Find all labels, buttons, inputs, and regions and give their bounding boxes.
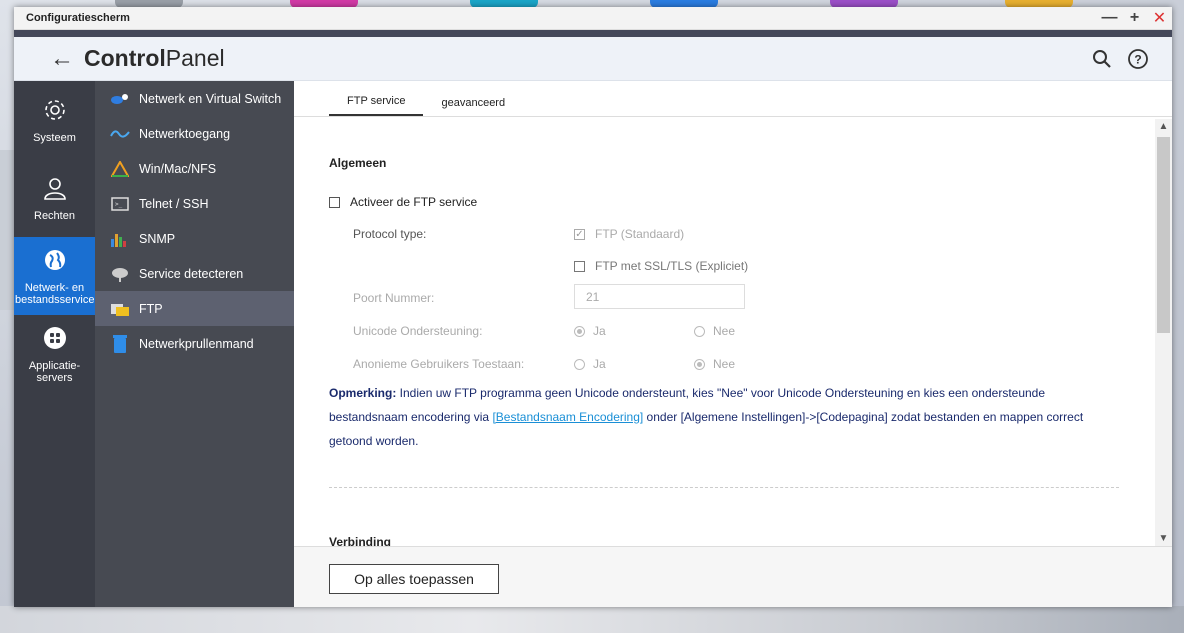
window-accent-bar [14,30,1172,37]
sidebar-item-label: Netwerkprullenmand [139,336,254,351]
app-header: ← ControlPanel ? [14,37,1172,81]
tab-ftp-service[interactable]: FTP service [329,95,424,116]
search-icon[interactable] [1090,47,1114,71]
ftp-standard-checkbox[interactable]: ✓ [574,228,585,240]
sidebar-item-telnet-ssh[interactable]: >_ Telnet / SSH [95,186,294,221]
anon-no-radio[interactable] [694,358,705,370]
unicode-note: Opmerking: Indien uw FTP programma geen … [329,381,1119,453]
anon-yes-radio[interactable] [574,358,585,370]
sidebar-item-label: Netwerktoegang [139,126,231,141]
satellite-dish-icon [109,265,131,283]
desktop-background [0,606,1184,633]
protocol-label: Protocol type: [353,227,427,241]
window-titlebar: Configuratiescherm — + ✕ [14,7,1172,30]
primary-sidebar: Systeem Rechten Netwerk- en bestandsserv… [14,81,95,607]
trash-icon [109,334,131,353]
unicode-no-radio[interactable] [694,325,705,337]
network-switch-icon [109,90,131,108]
help-icon[interactable]: ? [1126,47,1150,71]
apps-icon [42,325,68,354]
ftp-ssl-row: FTP met SSL/TLS (Expliciet) [574,259,748,273]
unicode-label: Unicode Ondersteuning: [353,324,483,338]
secondary-sidebar: Netwerk en Virtual Switch Netwerktoegang… [95,81,294,607]
filename-encoding-link[interactable]: [Bestandsnaam Encodering] [492,410,643,424]
radio-label: Ja [593,357,606,371]
anonymous-label: Anonieme Gebruikers Toestaan: [353,357,525,371]
sidebar-item-service-detecteren[interactable]: Service detecteren [95,256,294,291]
main-content: FTP service geavanceerd Algemeen Activee… [294,81,1172,607]
footer-bar: Op alles toepassen [294,546,1172,607]
enable-ftp-checkbox[interactable] [329,196,340,208]
close-icon[interactable]: ✕ [1147,7,1172,30]
apply-all-button[interactable]: Op alles toepassen [329,564,499,594]
sidebar-item-label: Applicatie-servers [28,359,81,384]
port-input[interactable]: 21 [574,284,745,309]
sidebar-item-ftp[interactable]: FTP [95,291,294,326]
sidebar-item-systeem[interactable]: Systeem [14,81,95,159]
ftp-folder-icon [109,300,131,318]
scroll-up-icon[interactable]: ▲ [1155,121,1172,132]
sidebar-item-label: Netwerk- en bestandsservices [15,281,94,306]
radio-label: Nee [713,324,736,338]
settings-form: Algemeen Activeer de FTP service Protoco… [294,119,1155,546]
user-icon [42,175,68,204]
note-prefix: Opmerking: [329,386,397,400]
terminal-icon: >_ [109,195,131,213]
unicode-no-row: Nee [694,324,735,338]
sidebar-item-label: Service detecteren [139,266,244,281]
sidebar-item-netwerk-virtual-switch[interactable]: Netwerk en Virtual Switch [95,81,294,116]
sidebar-item-netwerktoegang[interactable]: Netwerktoegang [95,116,294,151]
enable-ftp-label: Activeer de FTP service [350,195,478,209]
ftp-ssl-checkbox[interactable] [574,260,585,272]
sidebar-item-label: SNMP [139,231,176,246]
sidebar-item-label: Systeem [33,131,76,144]
maximize-icon[interactable]: + [1122,7,1147,30]
ftp-standard-label: FTP (Standaard) [595,227,685,241]
control-panel-window: Configuratiescherm — + ✕ ← ControlPanel … [14,7,1172,607]
ftp-ssl-label: FTP met SSL/TLS (Expliciet) [595,259,749,273]
bar-chart-icon [109,230,131,248]
anon-yes-row: Ja [574,357,606,371]
sidebar-item-applicatieservers[interactable]: Applicatie-servers [14,315,95,393]
window-title: Configuratiescherm [26,12,130,24]
sidebar-item-rechten[interactable]: Rechten [14,159,95,237]
page-title: ControlPanel [84,45,225,71]
sidebar-item-label: Rechten [34,209,75,222]
tab-bar: FTP service geavanceerd [294,81,1172,117]
port-label: Poort Nummer: [353,291,435,305]
scroll-down-icon[interactable]: ▼ [1155,533,1172,544]
unicode-yes-radio[interactable] [574,325,585,337]
unicode-yes-row: Ja [574,324,606,338]
anon-no-row: Nee [694,357,735,371]
sidebar-item-win-mac-nfs[interactable]: Win/Mac/NFS [95,151,294,186]
ftp-standard-row: ✓ FTP (Standaard) [574,227,684,241]
triangle-icon [109,160,131,178]
sidebar-item-netwerkprullenmand[interactable]: Netwerkprullenmand [95,326,294,361]
section-title-general: Algemeen [329,156,387,170]
gear-icon [42,97,68,126]
port-row: 21 [574,284,745,309]
section-divider [329,487,1119,488]
scrollbar-thumb[interactable] [1157,137,1170,333]
enable-ftp-row: Activeer de FTP service [329,195,477,209]
sidebar-item-label: Netwerk en Virtual Switch [139,91,282,106]
svg-text:?: ? [1134,52,1141,66]
minimize-icon[interactable]: — [1097,7,1122,30]
sidebar-item-snmp[interactable]: SNMP [95,221,294,256]
radio-label: Ja [593,324,606,338]
sidebar-item-label: Win/Mac/NFS [139,161,217,176]
back-arrow-icon[interactable]: ← [50,45,84,73]
svg-text:>_: >_ [115,201,123,208]
tab-geavanceerd[interactable]: geavanceerd [423,97,523,116]
sidebar-item-label: FTP [139,301,163,316]
sidebar-item-netwerk[interactable]: Netwerk- en bestandsservices [14,237,95,315]
radio-label: Nee [713,357,736,371]
section-title-connection: Verbinding [329,535,392,546]
sidebar-item-label: Telnet / SSH [139,196,209,211]
globe-icon [42,247,68,276]
network-access-icon [109,125,131,143]
vertical-scrollbar[interactable]: ▲ ▼ [1155,119,1172,546]
